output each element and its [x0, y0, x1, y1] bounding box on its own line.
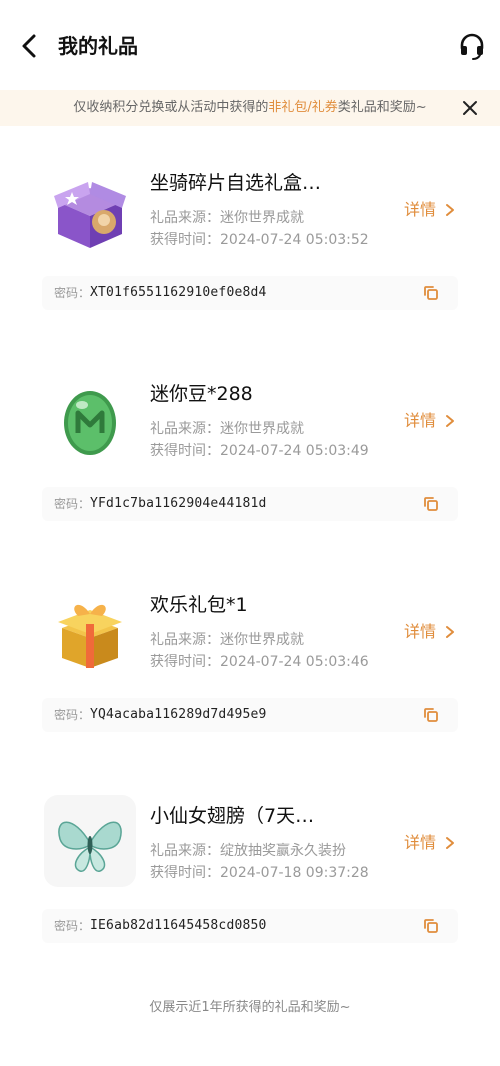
detail-link[interactable]: 详情: [404, 409, 454, 433]
copy-icon[interactable]: [422, 917, 440, 935]
chevron-right-icon: [446, 415, 454, 427]
gift-card: 迷你豆*288 礼品来源：迷你世界成就 获得时间：2024-07-24 05:0…: [38, 361, 478, 541]
headset-icon: [460, 33, 484, 60]
page-title: 我的礼品: [58, 34, 138, 58]
notice-text-before: 仅收纳积分兑换或从活动中获得的: [73, 100, 269, 115]
close-icon: [463, 101, 477, 115]
gift-source: 礼品来源：迷你世界成就: [150, 632, 304, 648]
code-row: 密码： XT01f6551162910ef0e8d4: [42, 276, 458, 310]
customer-service-button[interactable]: [456, 30, 488, 62]
gift-thumbnail: [44, 584, 136, 676]
code-row: 密码： YFd1c7ba1162904e44181d: [42, 487, 458, 521]
gift-thumbnail: [44, 795, 136, 887]
code-label: 密码：: [54, 708, 91, 722]
gift-time: 获得时间：2024-07-24 05:03:46: [150, 654, 369, 670]
fairy-wings-icon: [58, 821, 122, 872]
code-row: 密码： YQ4acaba116289d7d495e9: [42, 698, 458, 732]
detail-label: 详情: [404, 622, 437, 641]
gift-name: 迷你豆*288: [150, 383, 253, 405]
gift-name: 坐骑碎片自选礼盒…: [150, 172, 322, 194]
gift-card: 坐骑碎片自选礼盒… 礼品来源：迷你世界成就 获得时间：2024-07-24 05…: [38, 150, 478, 330]
chevron-right-icon: [446, 204, 454, 216]
detail-label: 详情: [404, 200, 437, 219]
notice-banner: 仅收纳积分兑换或从活动中获得的非礼包/礼券类礼品和奖励~: [0, 90, 500, 126]
detail-label: 详情: [404, 411, 437, 430]
gift-time: 获得时间：2024-07-24 05:03:52: [150, 232, 369, 248]
detail-link[interactable]: 详情: [404, 198, 454, 222]
gift-card: 欢乐礼包*1 礼品来源：迷你世界成就 获得时间：2024-07-24 05:03…: [38, 572, 478, 752]
notice-close-button[interactable]: [460, 98, 480, 118]
gold-gift-box-icon: [58, 604, 122, 668]
notice-text: 仅收纳积分兑换或从活动中获得的非礼包/礼券类礼品和奖励~: [0, 90, 450, 126]
chevron-left-icon: [22, 34, 36, 58]
gift-name: 小仙女翅膀（7天…: [150, 805, 315, 827]
detail-link[interactable]: 详情: [404, 831, 454, 855]
chevron-right-icon: [446, 626, 454, 638]
gift-name: 欢乐礼包*1: [150, 594, 248, 616]
notice-text-after: 类礼品和奖励~: [337, 100, 427, 115]
gift-source: 礼品来源：迷你世界成就: [150, 421, 304, 437]
code-value: YQ4acaba116289d7d495e9: [90, 707, 267, 722]
gift-thumbnail: [44, 162, 136, 254]
code-label: 密码：: [54, 286, 91, 300]
gift-source: 礼品来源：绽放抽奖赢永久装扮: [150, 843, 346, 859]
code-value: IE6ab82d11645458cd0850: [90, 918, 267, 933]
detail-label: 详情: [404, 833, 437, 852]
notice-highlight: 非礼包/礼券: [268, 100, 338, 115]
gift-time: 获得时间：2024-07-18 09:37:28: [150, 865, 369, 881]
copy-icon[interactable]: [422, 284, 440, 302]
copy-icon[interactable]: [422, 495, 440, 513]
code-value: XT01f6551162910ef0e8d4: [90, 285, 267, 300]
copy-icon[interactable]: [422, 706, 440, 724]
code-row: 密码： IE6ab82d11645458cd0850: [42, 909, 458, 943]
back-button[interactable]: [14, 30, 46, 62]
code-value: YFd1c7ba1162904e44181d: [90, 496, 267, 511]
chevron-right-icon: [446, 837, 454, 849]
green-bean-icon: [64, 391, 116, 455]
purple-gift-box-icon: [54, 182, 126, 248]
code-label: 密码：: [54, 497, 91, 511]
footer-note: 仅展示近1年所获得的礼品和奖励~: [149, 1000, 351, 1015]
gift-source: 礼品来源：迷你世界成就: [150, 210, 304, 226]
gift-card: 小仙女翅膀（7天… 礼品来源：绽放抽奖赢永久装扮 获得时间：2024-07-18…: [38, 783, 478, 963]
code-label: 密码：: [54, 919, 91, 933]
gift-thumbnail: [44, 373, 136, 465]
detail-link[interactable]: 详情: [404, 620, 454, 644]
top-nav-bar: 我的礼品: [0, 0, 500, 90]
gift-time: 获得时间：2024-07-24 05:03:49: [150, 443, 369, 459]
